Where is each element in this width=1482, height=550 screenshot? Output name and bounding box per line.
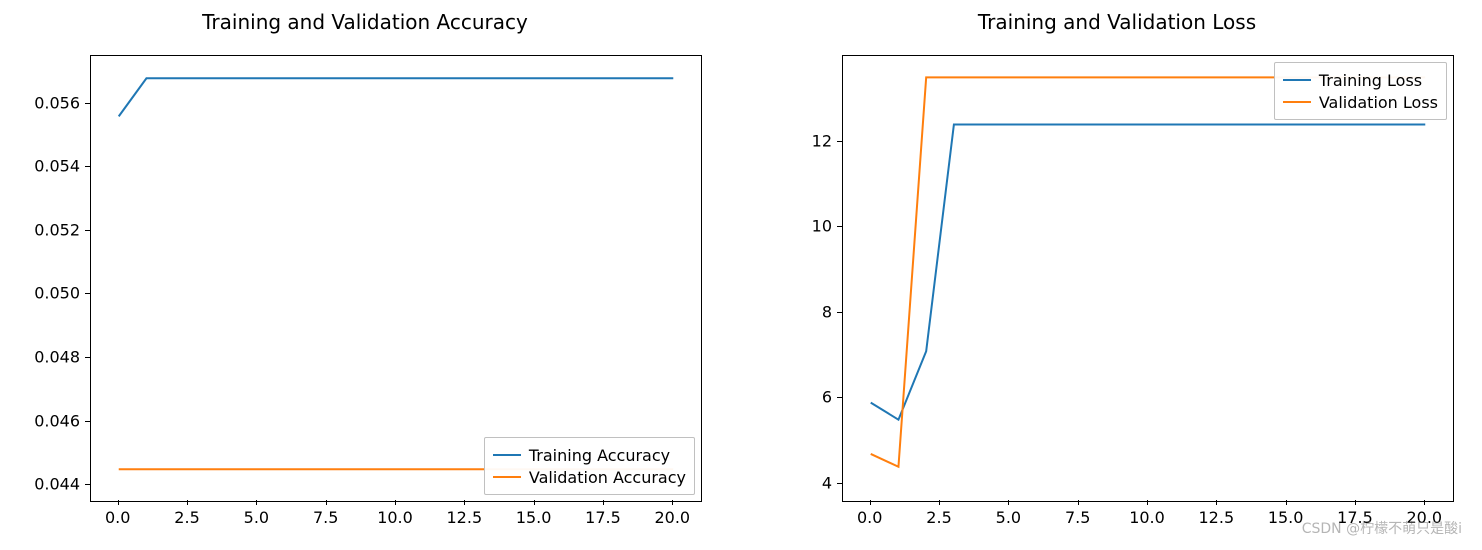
x-tick-label: 20.0 <box>654 508 690 527</box>
x-tick-label: 15.0 <box>516 508 552 527</box>
y-tick-mark <box>85 293 90 294</box>
x-tick-mark <box>603 500 604 505</box>
legend-label: Training Loss <box>1319 71 1422 90</box>
y-tick-mark <box>85 484 90 485</box>
legend-swatch <box>493 454 521 456</box>
y-tick-label: 8 <box>822 302 832 321</box>
y-tick-mark <box>837 141 842 142</box>
accuracy-chart: Training and Validation Accuracy Trainin… <box>0 0 730 550</box>
y-tick-label: 0.046 <box>34 411 80 430</box>
x-tick-mark <box>395 500 396 505</box>
loss-chart: Training and Validation Loss Training Lo… <box>752 0 1482 550</box>
x-tick-label: 10.0 <box>377 508 413 527</box>
x-tick-label: 2.5 <box>926 508 951 527</box>
legend: Training Accuracy Validation Accuracy <box>484 437 695 495</box>
y-tick-label: 0.044 <box>34 475 80 494</box>
x-tick-label: 12.5 <box>1199 508 1235 527</box>
series-line <box>871 124 1426 419</box>
x-tick-mark <box>1078 500 1079 505</box>
plot-area: Training Loss Validation Loss <box>842 55 1454 502</box>
legend: Training Loss Validation Loss <box>1274 62 1447 120</box>
x-tick-mark <box>1286 500 1287 505</box>
x-tick-label: 0.0 <box>857 508 882 527</box>
x-tick-label: 0.0 <box>105 508 130 527</box>
legend-item: Training Loss <box>1283 69 1438 91</box>
x-tick-mark <box>1008 500 1009 505</box>
y-tick-label: 0.048 <box>34 347 80 366</box>
y-tick-mark <box>85 357 90 358</box>
x-tick-mark <box>118 500 119 505</box>
legend-item: Validation Loss <box>1283 91 1438 113</box>
y-tick-label: 12 <box>812 131 832 150</box>
x-tick-mark <box>1216 500 1217 505</box>
x-tick-mark <box>870 500 871 505</box>
y-tick-label: 0.056 <box>34 93 80 112</box>
y-tick-label: 6 <box>822 388 832 407</box>
y-tick-label: 0.050 <box>34 284 80 303</box>
x-tick-mark <box>1424 500 1425 505</box>
legend-label: Validation Accuracy <box>529 468 686 487</box>
line-plot <box>843 56 1453 501</box>
y-tick-mark <box>837 226 842 227</box>
chart-title: Training and Validation Accuracy <box>0 10 730 34</box>
legend-swatch <box>1283 79 1311 81</box>
series-line <box>871 77 1426 466</box>
x-tick-mark <box>326 500 327 505</box>
x-tick-label: 7.5 <box>1065 508 1090 527</box>
series-line <box>119 78 674 116</box>
x-tick-mark <box>672 500 673 505</box>
x-tick-label: 15.0 <box>1268 508 1304 527</box>
x-tick-mark <box>1147 500 1148 505</box>
x-tick-mark <box>256 500 257 505</box>
y-tick-mark <box>85 103 90 104</box>
legend-label: Validation Loss <box>1319 93 1438 112</box>
x-tick-label: 7.5 <box>313 508 338 527</box>
legend-item: Training Accuracy <box>493 444 686 466</box>
line-plot <box>91 56 701 501</box>
x-tick-mark <box>187 500 188 505</box>
x-tick-mark <box>534 500 535 505</box>
legend-label: Training Accuracy <box>529 446 670 465</box>
y-tick-label: 0.054 <box>34 157 80 176</box>
legend-item: Validation Accuracy <box>493 466 686 488</box>
y-tick-mark <box>85 166 90 167</box>
x-tick-label: 12.5 <box>447 508 483 527</box>
legend-swatch <box>1283 101 1311 103</box>
x-tick-mark <box>939 500 940 505</box>
y-tick-mark <box>837 312 842 313</box>
y-tick-mark <box>837 397 842 398</box>
x-tick-label: 17.5 <box>585 508 621 527</box>
x-tick-label: 5.0 <box>244 508 269 527</box>
x-tick-mark <box>464 500 465 505</box>
watermark: CSDN @柠檬不萌只是酸i <box>1302 518 1462 538</box>
y-tick-mark <box>837 483 842 484</box>
x-tick-label: 10.0 <box>1129 508 1165 527</box>
chart-title: Training and Validation Loss <box>752 10 1482 34</box>
x-tick-label: 2.5 <box>174 508 199 527</box>
x-tick-label: 5.0 <box>996 508 1021 527</box>
y-tick-label: 0.052 <box>34 220 80 239</box>
plot-area: Training Accuracy Validation Accuracy <box>90 55 702 502</box>
legend-swatch <box>493 476 521 478</box>
y-tick-label: 10 <box>812 217 832 236</box>
figure: Training and Validation Accuracy Trainin… <box>0 0 1482 550</box>
y-tick-mark <box>85 421 90 422</box>
y-tick-mark <box>85 230 90 231</box>
y-tick-label: 4 <box>822 473 832 492</box>
x-tick-mark <box>1355 500 1356 505</box>
